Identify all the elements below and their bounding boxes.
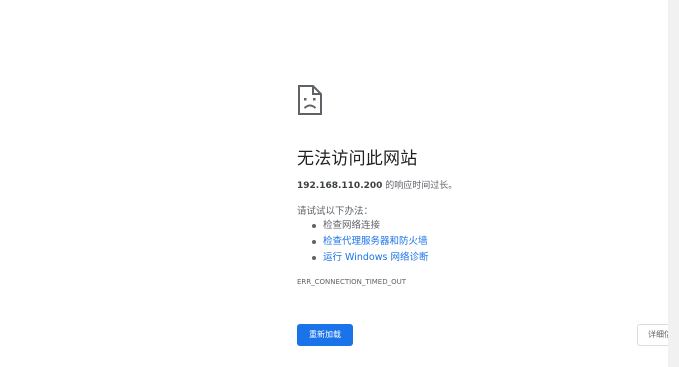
error-summary-text: 的响应时间过长。 [382,181,458,191]
error-summary: 192.168.110.200 的响应时间过长。 [297,178,457,191]
error-host: 192.168.110.200 [297,181,383,191]
suggestions-list: 检查网络连接 检查代理服务器和防火墙 运行 Windows 网络诊断 [297,218,428,266]
error-code: ERR_CONNECTION_TIMED_OUT [297,278,407,286]
reload-button[interactable]: 重新加载 [297,324,353,346]
sad-page-icon [298,85,322,115]
suggestions-heading: 请试试以下办法： [297,206,374,217]
vertical-scrollbar[interactable] [668,0,679,367]
suggestion-check-network: 检查网络连接 [297,218,428,234]
error-page: 无法访问此网站 192.168.110.200 的响应时间过长。 请试试以下办法… [0,0,679,367]
suggestion-check-proxy-link[interactable]: 检查代理服务器和防火墙 [297,234,428,250]
suggestion-run-diagnostics-link[interactable]: 运行 Windows 网络诊断 [297,250,428,266]
error-title: 无法访问此网站 [297,149,418,169]
